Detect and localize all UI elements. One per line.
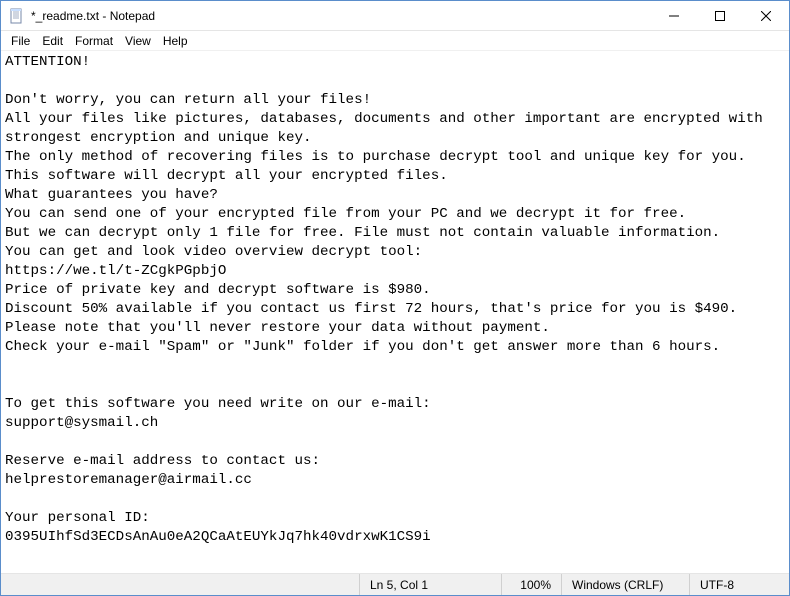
status-encoding: UTF-8 <box>689 574 789 595</box>
menu-file[interactable]: File <box>5 32 36 50</box>
status-line-ending: Windows (CRLF) <box>561 574 689 595</box>
menu-help[interactable]: Help <box>157 32 194 50</box>
close-icon <box>761 11 771 21</box>
status-position: Ln 5, Col 1 <box>359 574 501 595</box>
title-bar: *_readme.txt - Notepad <box>1 1 789 31</box>
maximize-button[interactable] <box>697 1 743 30</box>
document-text: ATTENTION! Don't worry, you can return a… <box>5 53 785 547</box>
window-title: *_readme.txt - Notepad <box>31 9 651 23</box>
text-editor-area[interactable]: ATTENTION! Don't worry, you can return a… <box>1 51 789 573</box>
window-controls <box>651 1 789 30</box>
status-bar: Ln 5, Col 1 100% Windows (CRLF) UTF-8 <box>1 573 789 595</box>
menu-bar: File Edit Format View Help <box>1 31 789 51</box>
notepad-icon <box>9 8 25 24</box>
minimize-button[interactable] <box>651 1 697 30</box>
menu-edit[interactable]: Edit <box>36 32 69 50</box>
maximize-icon <box>715 11 725 21</box>
status-zoom: 100% <box>501 574 561 595</box>
minimize-icon <box>669 11 679 21</box>
menu-view[interactable]: View <box>119 32 157 50</box>
menu-format[interactable]: Format <box>69 32 119 50</box>
close-button[interactable] <box>743 1 789 30</box>
